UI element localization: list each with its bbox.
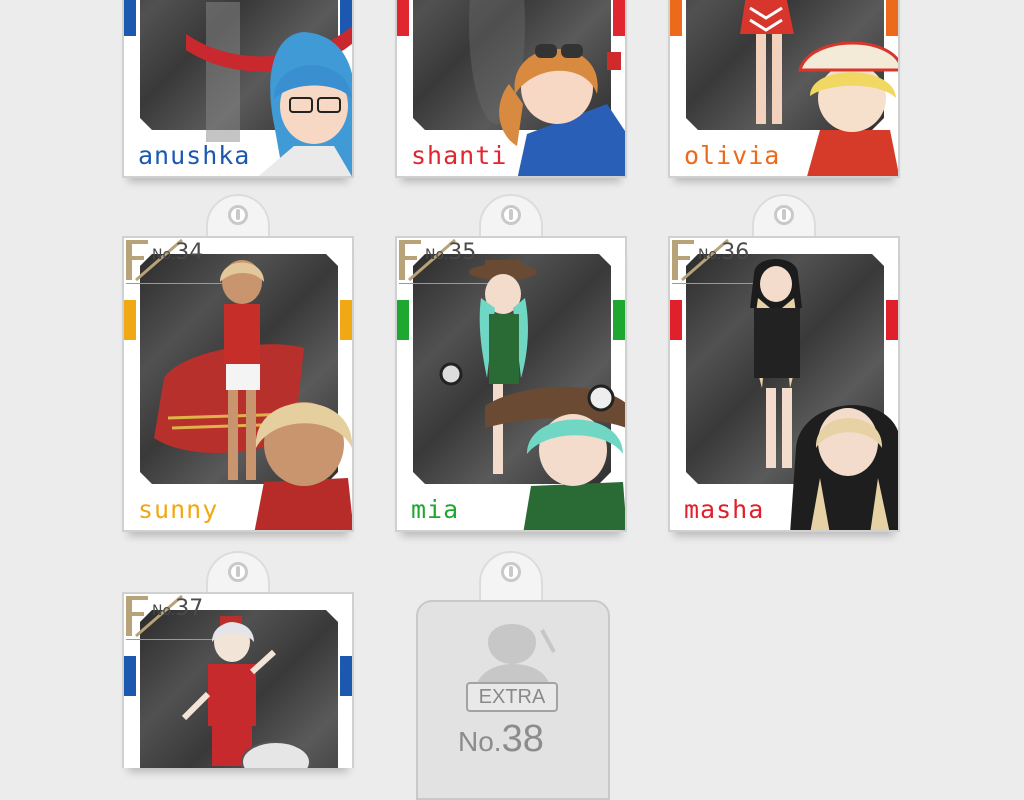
locked-extra-card[interactable]: EXTRA No.38: [416, 600, 610, 800]
character-name: sunny: [138, 495, 219, 524]
character-name: shanti: [411, 141, 508, 170]
character-figure: [154, 260, 352, 530]
hanger-hole: [228, 205, 248, 225]
extra-badge: EXTRA: [466, 682, 558, 712]
character-name: masha: [684, 495, 765, 524]
hanger-hole: [228, 562, 248, 582]
character-card-37[interactable]: No.37: [122, 592, 354, 768]
character-card-masha[interactable]: No.36 masha: [668, 236, 900, 532]
card-hanger: [479, 551, 543, 607]
extra-number: 38: [501, 718, 544, 760]
character-figure: [439, 260, 625, 530]
character-card-sunny[interactable]: No.34 sunny: [122, 236, 354, 532]
locked-character-silhouette-icon: [474, 624, 556, 692]
number-prefix: No.: [458, 726, 502, 757]
character-card-anushka[interactable]: anushka: [122, 0, 354, 178]
character-card-olivia[interactable]: olivia: [668, 0, 900, 178]
hanger-hole: [774, 205, 794, 225]
character-figure: [181, 616, 311, 768]
character-name: anushka: [138, 141, 251, 170]
hanger-hole: [501, 562, 521, 582]
character-name: mia: [411, 495, 460, 524]
character-figure: [750, 259, 898, 530]
character-name: olivia: [684, 141, 781, 170]
hanger-hole: [501, 205, 521, 225]
character-card-mia[interactable]: No.35 mia: [395, 236, 627, 532]
character-card-shanti[interactable]: shanti: [395, 0, 627, 178]
